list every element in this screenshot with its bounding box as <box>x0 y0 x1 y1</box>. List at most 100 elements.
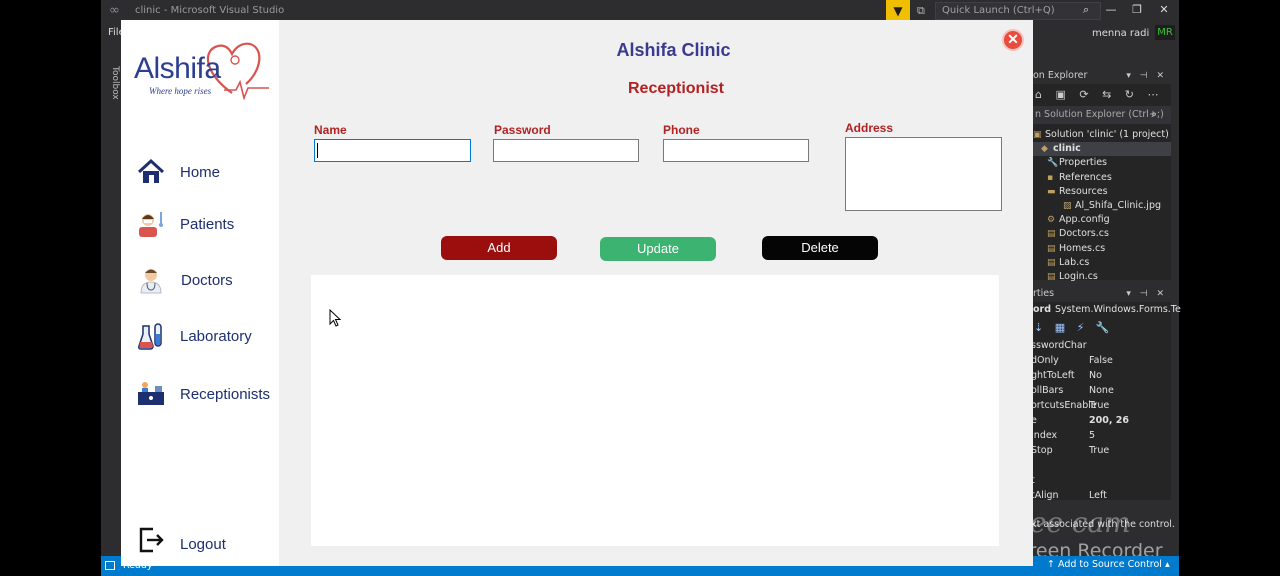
wrench-icon: 🔧 <box>1047 158 1059 169</box>
solution-tree-item[interactable]: ▤ Homes.cs <box>1031 242 1171 256</box>
property-row[interactable] <box>1031 458 1171 473</box>
property-value[interactable]: No <box>1089 368 1102 383</box>
solution-explorer-header: on Explorer ▾ ⊣ ✕ <box>1031 68 1171 84</box>
solution-tree-item-label: Resources <box>1059 185 1108 197</box>
panel-controls-icon[interactable]: ▾ ⊣ ✕ <box>1126 68 1167 84</box>
property-row[interactable]: ollBars None <box>1031 383 1171 398</box>
property-name: sswordChar <box>1031 340 1087 351</box>
references-icon: ▪ <box>1047 172 1054 183</box>
property-name: Stop <box>1031 445 1053 456</box>
solution-tree-item[interactable]: ⚙ App.config <box>1031 213 1171 227</box>
solution-tree-item[interactable]: ▨ Al_Shifa_Clinic.jpg <box>1031 199 1171 213</box>
property-row[interactable]: dOnly False <box>1031 353 1171 368</box>
solution-tree-item[interactable]: 🔧Properties <box>1031 156 1171 170</box>
mouse-cursor-icon <box>329 309 341 327</box>
property-value[interactable]: 5 <box>1089 428 1095 443</box>
property-row[interactable]: sswordChar <box>1031 338 1171 353</box>
text-caret <box>317 143 318 158</box>
vs-window-title: clinic - Microsoft Visual Studio <box>135 5 285 16</box>
logout-button[interactable]: Logout <box>137 526 277 556</box>
quick-launch-input[interactable]: Quick Launch (Ctrl+Q) <box>935 2 1101 20</box>
solution-tree-item-label: Doctors.cs <box>1059 228 1109 240</box>
feedback-icon[interactable]: ⧉ <box>917 4 925 18</box>
properties-grid: sswordChar dOnly False ghtToLeft No ollBars No… <box>1031 338 1171 503</box>
property-value[interactable]: False <box>1089 353 1113 368</box>
close-window-icon[interactable]: ✕ <box>1154 3 1174 16</box>
delete-button[interactable]: Delete <box>762 236 878 260</box>
close-icon: ✕ <box>1007 31 1019 47</box>
property-value[interactable]: None <box>1089 383 1114 398</box>
form-file-icon: ▤ <box>1047 229 1056 240</box>
notification-filter-icon[interactable]: ▼ <box>886 0 910 22</box>
folder-icon: ▬ <box>1047 186 1056 197</box>
doctor-icon <box>140 269 162 294</box>
alshifa-logo: Alshifa Where hope rises <box>134 38 269 108</box>
solution-tree-item[interactable]: ▤ Lab.cs <box>1031 256 1171 270</box>
search-icon[interactable]: ⌕ <box>1083 3 1089 17</box>
source-control-label: Add to Source Control <box>1057 559 1162 570</box>
sidebar-item-receptionists[interactable]: Receptionists <box>137 380 277 410</box>
property-row[interactable]: e 200, 26 <box>1031 413 1171 428</box>
solution-tree-item-label: Login.cs <box>1059 270 1098 282</box>
form-file-icon: ▤ <box>1047 257 1056 268</box>
property-row[interactable]: ghtToLeft No <box>1031 368 1171 383</box>
property-row[interactable]: Index 5 <box>1031 428 1171 443</box>
property-value[interactable]: Left <box>1089 488 1107 503</box>
update-button[interactable]: Update <box>600 237 716 261</box>
solution-tree-item[interactable]: ▤ Doctors.cs <box>1031 227 1171 241</box>
properties-object-selector[interactable]: ord System.Windows.Forms.Te <box>1031 302 1181 318</box>
name-input[interactable] <box>314 139 471 162</box>
solution-tree: ▣ Solution 'clinic' (1 project) ◆ clinic 🔧Pr… <box>1031 124 1171 284</box>
property-value[interactable]: True <box>1089 398 1109 413</box>
property-row[interactable]: ortcutsEnable True <box>1031 398 1171 413</box>
add-to-source-control[interactable]: ↑ Add to Source Control ▴ <box>1047 559 1170 570</box>
property-value[interactable]: True <box>1089 443 1109 458</box>
solution-explorer-search[interactable]: n Solution Explorer (Ctrl+;) ⌕ <box>1031 106 1171 124</box>
close-button[interactable]: ✕ <box>1002 29 1024 51</box>
solution-tree-item[interactable]: ◆ clinic <box>1031 142 1171 157</box>
phone-input[interactable] <box>663 139 809 162</box>
solution-icon: ▣ <box>1033 130 1042 140</box>
property-row[interactable]: Stop True <box>1031 443 1171 458</box>
add-button[interactable]: Add <box>441 236 557 260</box>
property-name: ollBars <box>1031 385 1064 396</box>
properties-toolbar[interactable]: ⇣ ▦ ⚡ 🔧 <box>1031 318 1171 338</box>
restore-icon[interactable]: ❐ <box>1127 3 1147 16</box>
vs-titlebar: ∞ clinic - Microsoft Visual Studio ▼ ⧉ Q… <box>101 0 1179 22</box>
solution-explorer-toolbar[interactable]: ⌂ ▣ ⟳ ⇆ ↻ ⋯ <box>1031 84 1171 106</box>
address-textarea[interactable] <box>845 137 1002 211</box>
property-name: ghtToLeft <box>1031 370 1075 381</box>
solution-tree-item[interactable]: ▤ Login.cs <box>1031 270 1171 284</box>
logout-icon <box>139 527 164 553</box>
property-name: Index <box>1031 430 1058 441</box>
password-input[interactable] <box>493 139 639 162</box>
property-name: dOnly <box>1031 355 1059 366</box>
sidebar-item-label: Laboratory <box>180 328 252 345</box>
property-value[interactable]: 200, 26 <box>1089 413 1129 428</box>
lab-flask-icon <box>138 323 162 350</box>
solution-explorer-title: on Explorer <box>1033 70 1088 81</box>
solution-tree-item[interactable]: ▬ Resources <box>1031 185 1171 199</box>
form-file-icon: ▤ <box>1047 243 1056 254</box>
minimize-icon[interactable]: — <box>1101 3 1121 16</box>
sidebar-item-doctors[interactable]: Doctors <box>137 266 277 296</box>
solution-tree-item[interactable]: ▣ Solution 'clinic' (1 project) <box>1031 128 1171 142</box>
solution-tree-item-label: References <box>1059 171 1112 183</box>
property-row[interactable]: tAlign Left <box>1031 488 1171 503</box>
avatar[interactable]: MR <box>1155 25 1175 40</box>
search-icon[interactable]: ⌕ <box>1151 106 1157 124</box>
sidebar-item-patients[interactable]: Patients <box>137 210 277 240</box>
property-row[interactable]: t <box>1031 473 1171 488</box>
solution-tree-item-label: Lab.cs <box>1059 256 1090 268</box>
toolbox-tab[interactable]: Toolbox <box>106 66 120 126</box>
form-file-icon: ▤ <box>1047 271 1056 282</box>
solution-tree-item[interactable]: ▪ References <box>1031 171 1171 185</box>
user-name[interactable]: menna radi <box>1092 28 1149 39</box>
panel-controls-icon[interactable]: ▾ ⊣ ✕ <box>1126 286 1167 302</box>
sidebar-item-laboratory[interactable]: Laboratory <box>137 322 277 352</box>
receptionists-data-grid[interactable] <box>311 275 999 546</box>
solution-tree-item-label: clinic <box>1053 143 1081 155</box>
sidebar: Alshifa Where hope rises Home Patients D… <box>121 20 279 566</box>
sidebar-item-home[interactable]: Home <box>137 158 277 188</box>
patient-icon <box>139 212 163 237</box>
